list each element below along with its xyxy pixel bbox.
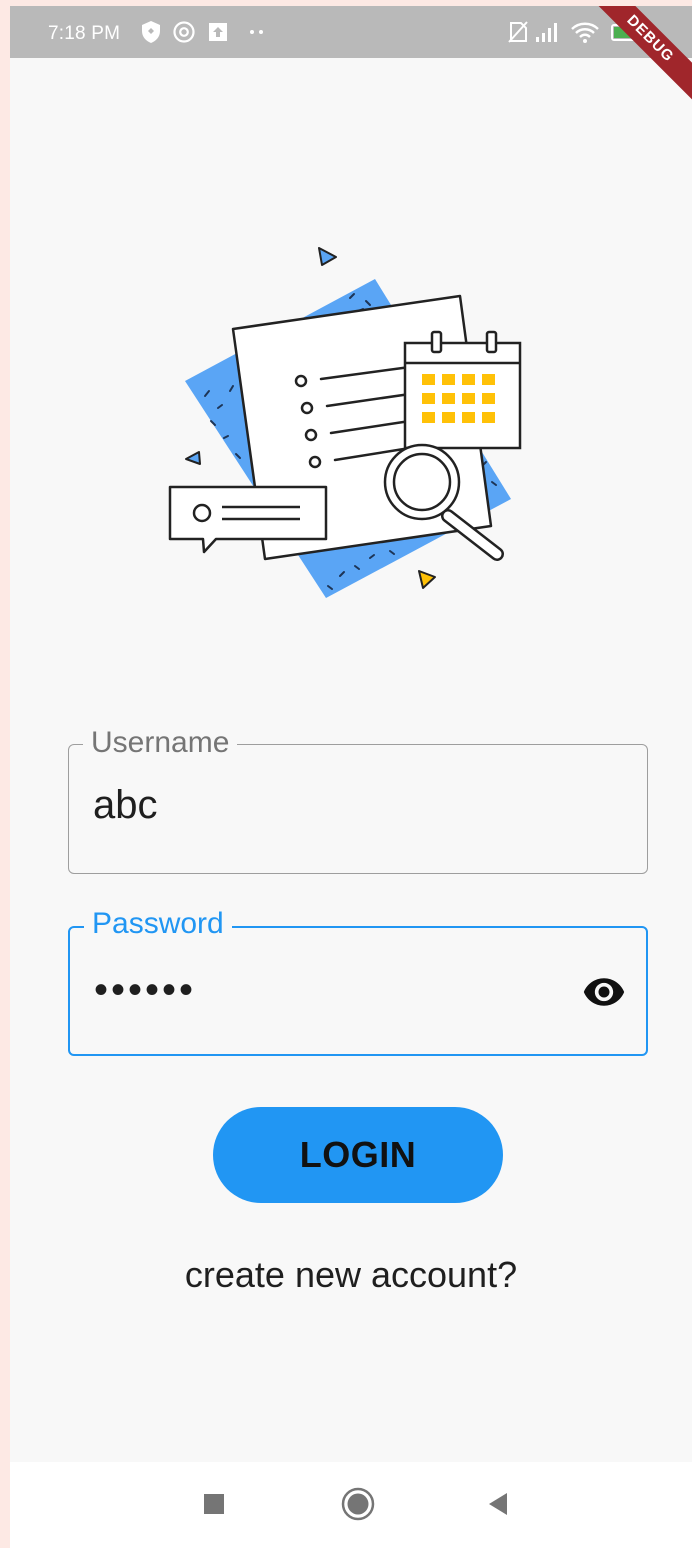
username-field[interactable]: Username abc [68,723,648,874]
sim-icon [508,21,528,43]
password-label: Password [84,904,232,944]
upload-box-icon [209,23,227,41]
login-screen: 7:18 PM DEBUG Username abc Password ••••… [10,6,692,1548]
status-bar: 7:18 PM [10,6,692,58]
username-input[interactable]: abc [93,783,158,828]
recents-square-icon[interactable] [194,1484,234,1524]
wifi-icon [571,22,599,43]
document-checklist-illustration [168,247,522,598]
password-input[interactable]: •••••• [94,968,196,1013]
create-account-link[interactable]: create new account? [10,1254,692,1296]
navigation-bar [10,1462,692,1548]
signal-icon [536,23,557,42]
back-triangle-icon[interactable] [478,1484,518,1524]
at-sign-icon [173,21,195,43]
eye-icon[interactable] [582,970,626,1014]
status-time: 7:18 PM [48,23,121,44]
home-circle-icon[interactable] [338,1484,378,1524]
password-field[interactable]: Password •••••• [68,904,648,1056]
login-button[interactable]: LOGIN [213,1107,503,1203]
username-label: Username [83,723,238,763]
shield-icon [142,21,160,43]
more-dots-icon [250,30,263,34]
